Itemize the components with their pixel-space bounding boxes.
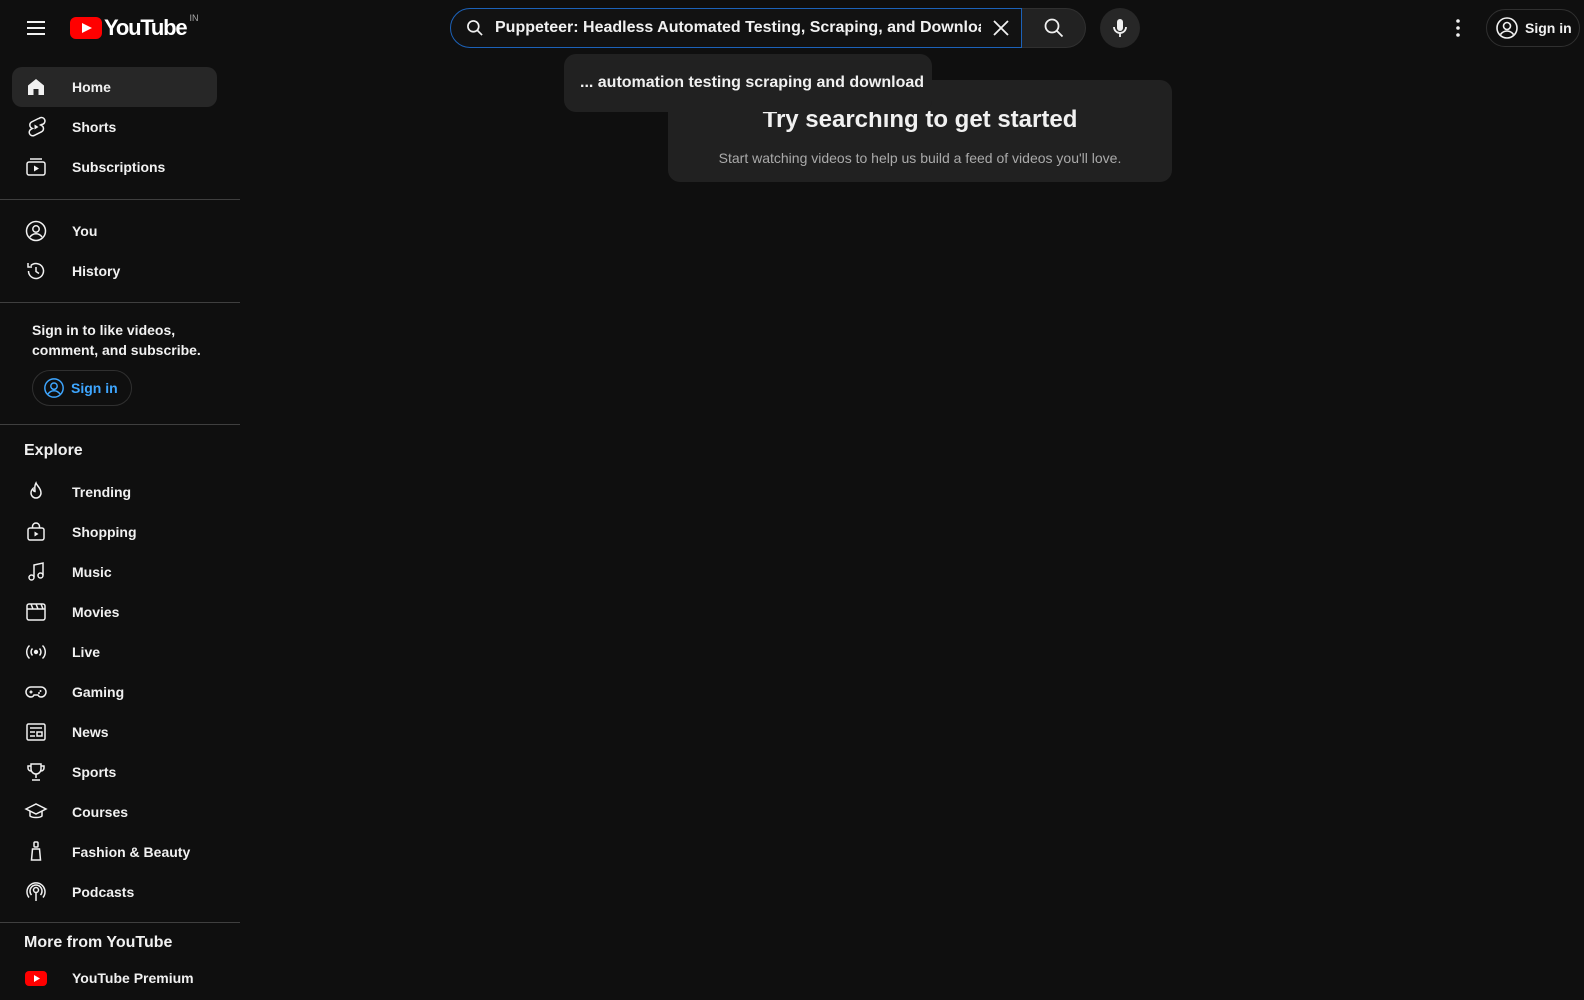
voice-search-button[interactable] xyxy=(1100,8,1140,48)
sidebar-item-label: Fashion & Beauty xyxy=(72,844,191,860)
live-icon xyxy=(24,640,48,664)
sidebar-item-label: Trending xyxy=(72,484,132,500)
sidebar-item-label: Movies xyxy=(72,604,120,620)
logo-country-code: IN xyxy=(189,13,199,23)
sidebar-sign-in-button[interactable]: Sign in xyxy=(32,370,132,406)
sidebar-item-news[interactable]: News xyxy=(12,712,217,752)
search-icon xyxy=(1044,18,1063,38)
home-icon xyxy=(24,75,48,99)
divider xyxy=(0,199,240,200)
account-icon xyxy=(1496,17,1518,39)
sidebar-item-label: YouTube Premium xyxy=(72,970,194,986)
sidebar-item-you[interactable]: You xyxy=(12,211,217,251)
subscriptions-icon xyxy=(24,155,48,179)
sidebar-item-label: Shopping xyxy=(72,524,137,540)
you-icon xyxy=(24,219,48,243)
courses-icon xyxy=(24,800,48,824)
sidebar-item-youtube-premium[interactable]: YouTube Premium xyxy=(12,958,217,998)
news-icon xyxy=(24,720,48,744)
menu-icon xyxy=(27,21,45,35)
sign-in-prompt: Sign in to like videos, comment, and sub… xyxy=(32,322,201,358)
account-icon xyxy=(44,378,64,398)
divider xyxy=(0,922,240,923)
explore-heading: Explore xyxy=(24,442,83,459)
search-suggestion[interactable]: ... automation testing scraping and down… xyxy=(564,54,932,112)
movies-icon xyxy=(24,600,48,624)
history-icon xyxy=(24,259,48,283)
sidebar-item-subscriptions[interactable]: Subscriptions xyxy=(12,147,217,187)
sidebar-item-sports[interactable]: Sports xyxy=(12,752,217,792)
sidebar: Home Shorts Subscriptions You History Si… xyxy=(0,56,240,1000)
shopping-icon xyxy=(24,520,48,544)
logo-text: YouTube xyxy=(104,15,188,40)
sidebar-item-label: News xyxy=(72,724,109,740)
search-input[interactable] xyxy=(495,19,981,37)
settings-more-button[interactable] xyxy=(1438,8,1478,48)
sidebar-item-shorts[interactable]: Shorts xyxy=(12,107,217,147)
gaming-icon xyxy=(24,680,48,704)
divider xyxy=(0,424,240,425)
youtube-play-icon xyxy=(70,17,102,39)
fashion-icon xyxy=(24,840,48,864)
sidebar-item-label: You xyxy=(72,223,98,239)
empty-feed-subtitle: Start watching videos to help us build a… xyxy=(718,150,1122,166)
sidebar-item-trending[interactable]: Trending xyxy=(12,472,217,512)
youtube-logo[interactable]: YouTube IN xyxy=(70,13,199,40)
close-icon xyxy=(993,20,1009,36)
sidebar-item-label: Courses xyxy=(72,804,129,820)
search-box xyxy=(450,8,1022,48)
masthead: YouTube IN Puppeteer: Headless Automated… xyxy=(0,0,1584,56)
music-icon xyxy=(24,560,48,584)
sports-icon xyxy=(24,760,48,784)
sidebar-item-movies[interactable]: Movies xyxy=(12,592,217,632)
clear-search-button[interactable] xyxy=(981,9,1021,47)
sidebar-sign-in-label: Sign in xyxy=(71,380,118,396)
more-from-youtube-heading: More from YouTube xyxy=(24,934,173,951)
search-button[interactable] xyxy=(1022,8,1086,48)
sidebar-item-label: History xyxy=(72,263,121,279)
search-icon xyxy=(467,20,483,36)
sidebar-item-fashion-beauty[interactable]: Fashion & Beauty xyxy=(12,832,217,872)
sidebar-item-label: Subscriptions xyxy=(72,159,166,175)
sidebar-item-live[interactable]: Live xyxy=(12,632,217,672)
sidebar-item-label: Gaming xyxy=(72,684,125,700)
shorts-icon xyxy=(24,115,48,139)
sidebar-item-podcasts[interactable]: Podcasts xyxy=(12,872,217,912)
sidebar-item-label: Podcasts xyxy=(72,884,135,900)
sidebar-item-history[interactable]: History xyxy=(12,251,217,291)
sidebar-item-label: Music xyxy=(72,564,112,580)
sign-in-label: Sign in xyxy=(1525,20,1572,36)
sidebar-item-music[interactable]: Music xyxy=(12,552,217,592)
trending-icon xyxy=(24,480,48,504)
sidebar-item-label: Shorts xyxy=(72,119,117,135)
podcasts-icon xyxy=(24,880,48,904)
sidebar-item-gaming[interactable]: Gaming xyxy=(12,672,217,712)
youtube-premium-icon xyxy=(24,966,48,990)
sign-in-button[interactable]: Sign in xyxy=(1486,9,1580,47)
sidebar-item-courses[interactable]: Courses xyxy=(12,792,217,832)
divider xyxy=(0,302,240,303)
sidebar-item-home[interactable]: Home xyxy=(12,67,217,107)
menu-button[interactable] xyxy=(16,8,56,48)
microphone-icon xyxy=(1113,19,1127,37)
sidebar-item-label: Live xyxy=(72,644,101,660)
sidebar-item-label: Home xyxy=(72,79,111,95)
sidebar-item-shopping[interactable]: Shopping xyxy=(12,512,217,552)
more-vert-icon xyxy=(1456,19,1460,37)
sidebar-item-label: Sports xyxy=(72,764,117,780)
